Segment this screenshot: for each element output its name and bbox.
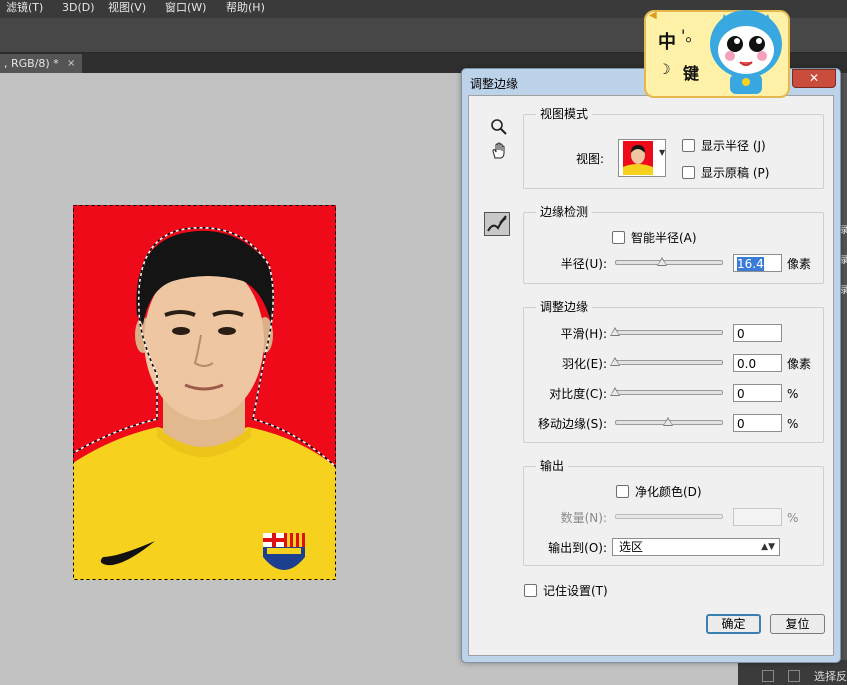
amount-input[interactable]: [733, 508, 782, 526]
menu-help[interactable]: 帮助(H): [226, 0, 265, 16]
ok-button[interactable]: 确定: [706, 614, 761, 634]
output-to-label: 输出到(O):: [548, 541, 607, 555]
smart-radius-checkbox[interactable]: [612, 231, 625, 244]
dialog-body: 视图模式 视图: ▼ 显示半径 (J) 显示原稿 (P) 边缘检测 智能半径(A…: [468, 95, 834, 656]
chevron-updown-icon: ▲▼: [761, 542, 775, 552]
document-icon[interactable]: [788, 670, 800, 682]
feather-slider-thumb[interactable]: [610, 357, 620, 366]
document-tab-title: , RGB/8) *: [4, 57, 59, 70]
contrast-slider-thumb[interactable]: [610, 387, 620, 396]
output-to-select[interactable]: 选区 ▲▼: [612, 538, 780, 556]
arrow-icon: ◀: [649, 10, 657, 21]
smart-radius-label: 智能半径(A): [631, 231, 697, 245]
menu-3d[interactable]: 3D(D): [62, 0, 95, 16]
document-tab[interactable]: , RGB/8) * ×: [0, 54, 82, 73]
menu-window[interactable]: 窗口(W): [165, 0, 206, 16]
show-original-label: 显示原稿 (P): [701, 166, 770, 180]
adjust-edge-label: 调整边缘: [536, 300, 593, 314]
portrait-image: [73, 205, 336, 580]
show-radius-label: 显示半径 (J): [701, 139, 766, 153]
radius-unit: 像素: [787, 257, 812, 271]
contrast-slider[interactable]: [615, 390, 723, 395]
feather-input[interactable]: 0.0: [733, 354, 782, 372]
square-icon[interactable]: [762, 670, 774, 682]
view-mode-group: 视图模式: [523, 107, 824, 189]
show-radius-checkbox[interactable]: [682, 139, 695, 152]
panel-label: 录: [840, 286, 847, 296]
remember-settings-label: 记住设置(T): [543, 584, 608, 598]
contrast-unit: %: [787, 387, 799, 401]
mascot-icon: [710, 10, 782, 94]
show-original-checkbox[interactable]: [682, 166, 695, 179]
panel-label: 录: [840, 256, 847, 266]
shift-edge-slider-thumb[interactable]: [663, 417, 673, 426]
smooth-slider-thumb[interactable]: [610, 327, 620, 336]
view-mode-thumbnail[interactable]: ▼: [618, 139, 666, 177]
moon-icon[interactable]: ☽: [658, 62, 671, 78]
output-to-value: 选区: [619, 540, 644, 554]
bottom-panel: 选择反: [738, 660, 847, 685]
reset-button[interactable]: 复位: [770, 614, 825, 634]
radius-slider-thumb[interactable]: [656, 257, 667, 266]
ime-status-bar[interactable]: ◀ 中 '。 ☽ 键: [644, 10, 790, 98]
shift-edge-label: 移动边缘(S):: [537, 417, 607, 431]
amount-label: 数量(N):: [560, 511, 607, 525]
document-image[interactable]: [73, 205, 336, 580]
smooth-input[interactable]: 0: [733, 324, 782, 342]
ime-mode-label[interactable]: 中: [658, 28, 676, 54]
zoom-tool-icon[interactable]: [490, 118, 508, 136]
view-mode-label: 视图模式: [536, 107, 593, 121]
ime-key-label[interactable]: 键: [683, 60, 699, 84]
refine-edge-dialog: 调整边缘 ✕ 视图模式 视图: ▼ 显示半径 (J) 显示原稿 (P) 边缘检测…: [461, 68, 841, 663]
chevron-down-icon[interactable]: ▼: [659, 148, 665, 157]
smooth-label: 平滑(H):: [560, 327, 607, 341]
feather-label: 羽化(E):: [562, 357, 607, 371]
edge-detection-group: 边缘检测: [523, 205, 824, 284]
shift-edge-unit: %: [787, 417, 799, 431]
radius-label: 半径(U):: [560, 257, 607, 271]
contrast-label: 对比度(C):: [549, 387, 607, 401]
feather-unit: 像素: [787, 357, 812, 371]
edge-detection-label: 边缘检测: [536, 205, 593, 219]
radius-slider[interactable]: [615, 260, 723, 265]
smooth-slider[interactable]: [615, 330, 723, 335]
decontaminate-checkbox[interactable]: [616, 485, 629, 498]
hand-tool-icon[interactable]: [490, 142, 508, 160]
shift-edge-input[interactable]: 0: [733, 414, 782, 432]
portrait-thumbnail-icon: [623, 141, 653, 175]
output-label: 输出: [536, 459, 569, 473]
dialog-title: 调整边缘: [470, 77, 519, 91]
contrast-input[interactable]: 0: [733, 384, 782, 402]
feather-slider[interactable]: [615, 360, 723, 365]
view-label: 视图:: [576, 152, 605, 166]
amount-slider[interactable]: [615, 514, 723, 519]
refine-radius-tool-icon[interactable]: [484, 212, 510, 236]
remember-settings-checkbox[interactable]: [524, 584, 537, 597]
ime-punct-label[interactable]: '。: [681, 22, 701, 46]
panel-label: 录: [840, 226, 847, 236]
close-button[interactable]: ✕: [792, 69, 836, 88]
decontaminate-label: 净化颜色(D): [635, 485, 702, 499]
menu-view[interactable]: 视图(V): [108, 0, 146, 16]
radius-input[interactable]: 16.4: [733, 254, 782, 272]
menu-filter[interactable]: 滤镜(T): [6, 0, 43, 16]
close-icon[interactable]: ×: [67, 54, 75, 73]
amount-unit: %: [787, 511, 799, 525]
select-inverse-label[interactable]: 选择反: [814, 668, 847, 684]
